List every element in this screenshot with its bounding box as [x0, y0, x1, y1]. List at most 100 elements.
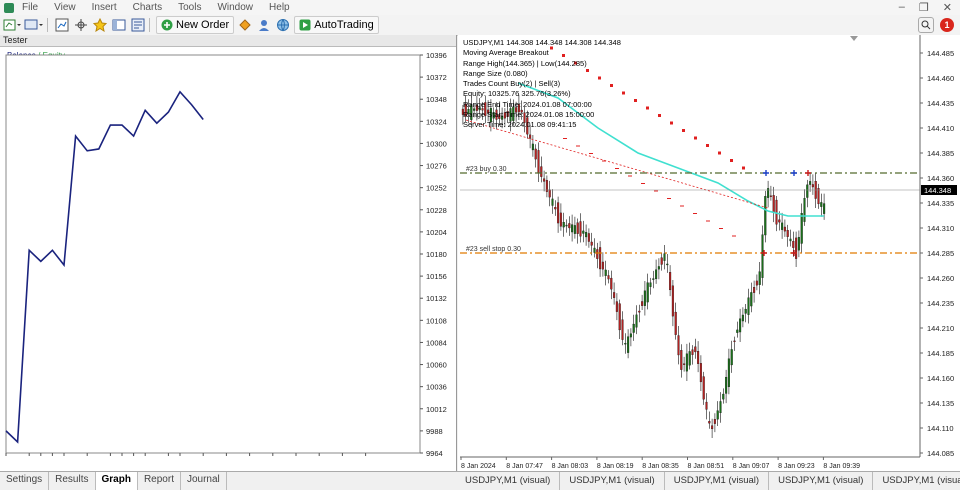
alert-button[interactable] [237, 17, 253, 33]
tester-icon [131, 18, 145, 32]
candle-body [727, 358, 730, 388]
profiles-button[interactable] [24, 17, 44, 33]
strategy-tester-button[interactable] [130, 17, 146, 33]
tab-settings[interactable]: Settings [0, 472, 50, 490]
candle-body [590, 241, 593, 246]
x-tick-label: 0 [4, 458, 8, 459]
x-tick-label: 12 [141, 458, 149, 459]
psar-marker [718, 151, 721, 155]
candle-body [792, 241, 795, 248]
candle-body [674, 311, 677, 335]
psar-dash [667, 198, 671, 199]
search-icon [921, 20, 931, 30]
chart-tab[interactable]: USDJPY,M1 (visual) [769, 472, 874, 490]
terminal-button[interactable] [111, 17, 127, 33]
close-button[interactable]: ✕ [943, 1, 952, 14]
candle-body [705, 401, 708, 410]
minimize-button[interactable]: – [899, 1, 905, 14]
chart-tabs: USDJPY,M1 (visual) USDJPY,M1 (visual) US… [456, 471, 960, 490]
candle-body [624, 343, 627, 345]
candle-body [582, 230, 585, 234]
time-tick-label: 8 Jan 2024 [461, 463, 496, 470]
candle-body [719, 401, 722, 414]
menu-tools[interactable]: Tools [170, 2, 209, 13]
x-tick-label: 10 [118, 458, 126, 459]
signals-button[interactable] [256, 17, 272, 33]
new-order-button[interactable]: New Order [156, 16, 235, 34]
tab-results[interactable]: Results [49, 472, 96, 490]
time-tick-label: 8 Jan 07:47 [506, 463, 543, 470]
candle-body [534, 148, 537, 160]
new-order-label: New Order [176, 19, 230, 31]
time-tick-label: 8 Jan 09:23 [778, 463, 815, 470]
toolbar-separator [47, 18, 48, 32]
price-tick-label: 144.460 [927, 74, 954, 83]
candle-body [568, 223, 571, 229]
y-tick-label: 9964 [426, 449, 443, 458]
y-tick-label: 10372 [426, 73, 447, 82]
price-tick-label: 144.235 [927, 299, 954, 308]
chart-tab[interactable]: USDJPY,M1 (visual) [560, 472, 665, 490]
menu-insert[interactable]: Insert [84, 2, 125, 13]
candle-body [531, 143, 534, 151]
info-line: Equity: 10325.76 325.76(3.26%) [463, 89, 571, 99]
candle-body [716, 410, 719, 420]
psar-marker [742, 166, 745, 170]
tester-panel: Tester Balance / Equity 1039610372103481… [0, 35, 457, 471]
candle-body [708, 421, 711, 424]
tab-report[interactable]: Report [138, 472, 181, 490]
candle-body [604, 269, 607, 276]
candle-body [610, 277, 613, 290]
notification-badge[interactable]: 1 [940, 18, 954, 32]
x-tick-label: 7 [85, 458, 89, 459]
price-tick-label: 144.360 [927, 174, 954, 183]
price-tick-label: 144.135 [927, 399, 954, 408]
y-tick-label: 10300 [426, 139, 447, 148]
navigator-button[interactable] [73, 17, 89, 33]
menu-help[interactable]: Help [261, 2, 298, 13]
menu-window[interactable]: Window [209, 2, 261, 13]
chart-tab[interactable]: USDJPY,M1 (visual) [665, 472, 770, 490]
candle-body [649, 282, 652, 287]
candle-body [565, 224, 568, 227]
star-folder-icon [93, 18, 107, 32]
psar-dash [732, 235, 736, 237]
price-chart-panel: 144.485 144.460 144.435 144.410 144.385 144.3… [458, 35, 960, 471]
menu-view[interactable]: View [46, 2, 84, 13]
autotrading-button[interactable]: AutoTrading [294, 16, 379, 34]
chart-tab[interactable]: USDJPY,M1 (visual) [873, 472, 960, 490]
time-tick-label: 8 Jan 08:35 [642, 463, 679, 470]
candle-body [629, 333, 632, 338]
chart-tab[interactable]: USDJPY,M1 (visual) [456, 472, 561, 490]
candle-body [761, 234, 764, 278]
candle-body [571, 224, 574, 233]
menu-file[interactable]: File [14, 2, 46, 13]
candle-body [713, 419, 716, 424]
tab-graph[interactable]: Graph [95, 472, 138, 490]
restore-button[interactable]: ❐ [919, 1, 929, 14]
psar-marker [682, 129, 685, 132]
y-tick-label: 10180 [426, 250, 447, 259]
web-button[interactable] [275, 17, 291, 33]
market-watch-button[interactable] [54, 17, 70, 33]
candle-body [781, 222, 784, 230]
x-tick-label: 9 [108, 458, 112, 459]
globe-icon [277, 19, 290, 32]
menu-bar: File View Insert Charts Tools Window Hel… [0, 0, 960, 15]
info-line: Range Size (0.080) [463, 68, 528, 78]
candle-body [795, 237, 798, 259]
new-chart-button[interactable] [3, 17, 21, 33]
favorites-button[interactable] [92, 17, 108, 33]
psar-dash [563, 138, 567, 139]
menu-charts[interactable]: Charts [125, 2, 170, 13]
tab-journal[interactable]: Journal [181, 472, 227, 490]
y-tick-label: 10012 [426, 405, 447, 414]
x-tick-label: 27 [315, 458, 323, 459]
candle-body [599, 247, 602, 270]
candle-body [660, 257, 663, 265]
search-button[interactable] [918, 17, 934, 33]
toolbar: New Order AutoTrading 1 [0, 15, 960, 36]
candle-body [694, 346, 697, 353]
x-tick-label: 21 [245, 458, 253, 459]
candle-body [789, 238, 792, 242]
